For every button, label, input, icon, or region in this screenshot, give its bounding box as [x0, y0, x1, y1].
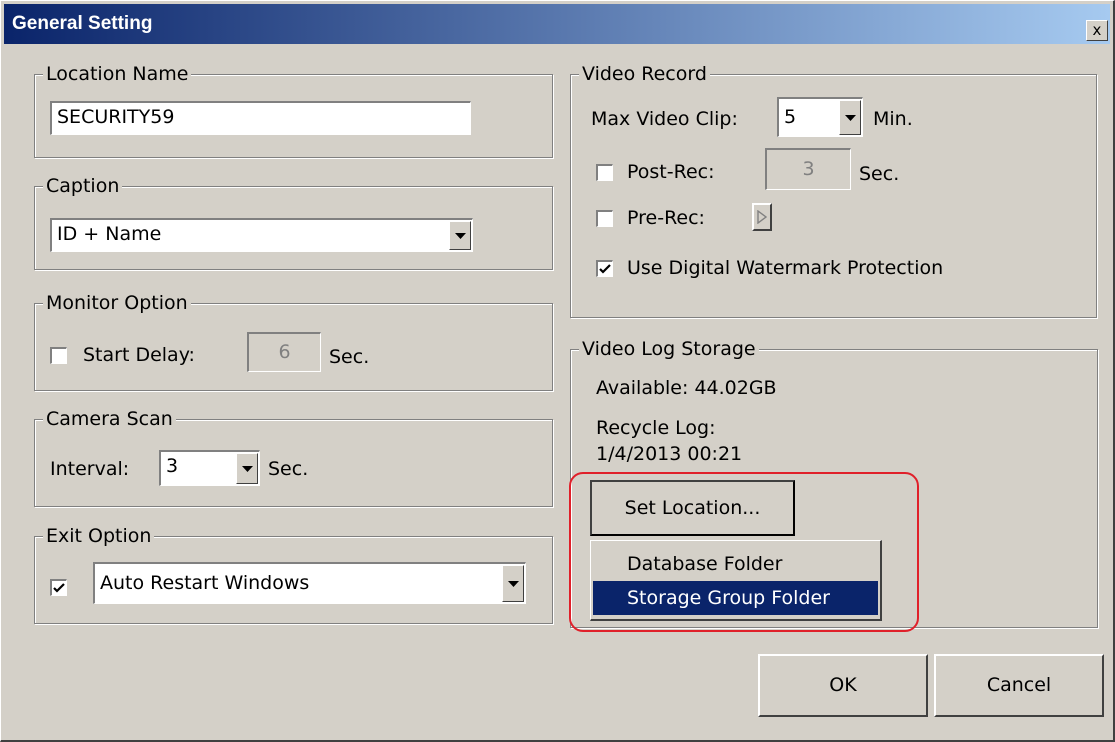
- interval-dropdown-button[interactable]: [236, 453, 258, 484]
- max-video-clip-select[interactable]: 5: [777, 97, 863, 137]
- monitor-option-group: Monitor Option Start Delay: 6 Sec.: [34, 290, 553, 391]
- exit-option-group: Exit Option Auto Restart Windows: [34, 523, 553, 624]
- dropdown-arrow-icon: [845, 114, 856, 121]
- cancel-button[interactable]: Cancel: [934, 654, 1104, 717]
- start-delay-input[interactable]: 6: [247, 332, 321, 372]
- caption-select[interactable]: ID + Name: [50, 218, 473, 252]
- caption-value: ID + Name: [57, 223, 162, 245]
- camera-scan-group: Camera Scan Interval: 3 Sec.: [34, 406, 553, 507]
- monitor-option-legend: Monitor Option: [43, 290, 191, 316]
- set-location-button[interactable]: Set Location...: [590, 480, 795, 536]
- video-record-legend: Video Record: [579, 61, 710, 87]
- video-log-storage-legend: Video Log Storage: [579, 336, 759, 362]
- caption-group: Caption ID + Name: [34, 173, 553, 270]
- window-title: General Setting: [12, 13, 153, 34]
- set-location-menu: Database Folder Storage Group Folder: [590, 540, 882, 621]
- interval-label: Interval:: [50, 458, 130, 480]
- exit-option-dropdown-button[interactable]: [502, 565, 524, 602]
- dropdown-arrow-icon: [508, 580, 519, 587]
- close-icon: x: [1092, 21, 1102, 39]
- post-rec-unit: Sec.: [859, 163, 900, 185]
- checkmark-icon: [53, 583, 65, 593]
- general-setting-dialog: General Setting x Location Name SECURITY…: [0, 0, 1115, 742]
- interval-unit: Sec.: [268, 458, 309, 480]
- interval-value: 3: [166, 455, 179, 477]
- max-video-clip-unit: Min.: [873, 108, 913, 130]
- available-space-text: Available: 44.02GB: [596, 377, 777, 399]
- menu-item-database-folder[interactable]: Database Folder: [593, 547, 878, 581]
- max-video-clip-dropdown-button[interactable]: [839, 100, 861, 135]
- play-arrow-icon: [757, 210, 767, 224]
- location-name-group: Location Name SECURITY59: [34, 61, 553, 158]
- pre-rec-label: Pre-Rec:: [627, 207, 705, 229]
- location-name-input[interactable]: SECURITY59: [50, 101, 471, 135]
- post-rec-checkbox[interactable]: [596, 164, 613, 181]
- max-video-clip-label: Max Video Clip:: [591, 108, 738, 130]
- video-record-group: Video Record Max Video Clip: 5 Min. Post…: [570, 61, 1097, 318]
- post-rec-input[interactable]: 3: [765, 148, 851, 190]
- start-delay-checkbox[interactable]: [50, 347, 67, 364]
- caption-dropdown-button[interactable]: [449, 221, 471, 250]
- pre-rec-checkbox[interactable]: [596, 210, 613, 227]
- ok-button[interactable]: OK: [758, 654, 928, 717]
- max-video-clip-value: 5: [784, 106, 797, 128]
- start-delay-unit: Sec.: [329, 346, 370, 368]
- exit-option-legend: Exit Option: [43, 523, 155, 549]
- auto-restart-checkbox[interactable]: [50, 579, 67, 596]
- pre-rec-button[interactable]: [752, 203, 772, 231]
- exit-option-value: Auto Restart Windows: [100, 572, 310, 594]
- close-button[interactable]: x: [1086, 20, 1108, 41]
- recycle-log-label: Recycle Log:: [596, 417, 716, 439]
- dropdown-arrow-icon: [242, 465, 253, 472]
- watermark-checkbox[interactable]: [596, 260, 613, 277]
- caption-legend: Caption: [43, 173, 123, 199]
- title-bar[interactable]: General Setting x: [4, 4, 1110, 44]
- checkmark-icon: [599, 264, 611, 274]
- camera-scan-legend: Camera Scan: [43, 406, 176, 432]
- interval-select[interactable]: 3: [159, 450, 260, 486]
- post-rec-label: Post-Rec:: [627, 161, 715, 183]
- watermark-label: Use Digital Watermark Protection: [627, 257, 944, 279]
- location-name-legend: Location Name: [43, 61, 192, 87]
- menu-item-storage-group-folder[interactable]: Storage Group Folder: [593, 581, 878, 615]
- recycle-log-date: 1/4/2013 00:21: [596, 443, 743, 465]
- start-delay-label: Start Delay:: [83, 344, 195, 366]
- exit-option-select[interactable]: Auto Restart Windows: [93, 562, 526, 604]
- dropdown-arrow-icon: [455, 232, 466, 239]
